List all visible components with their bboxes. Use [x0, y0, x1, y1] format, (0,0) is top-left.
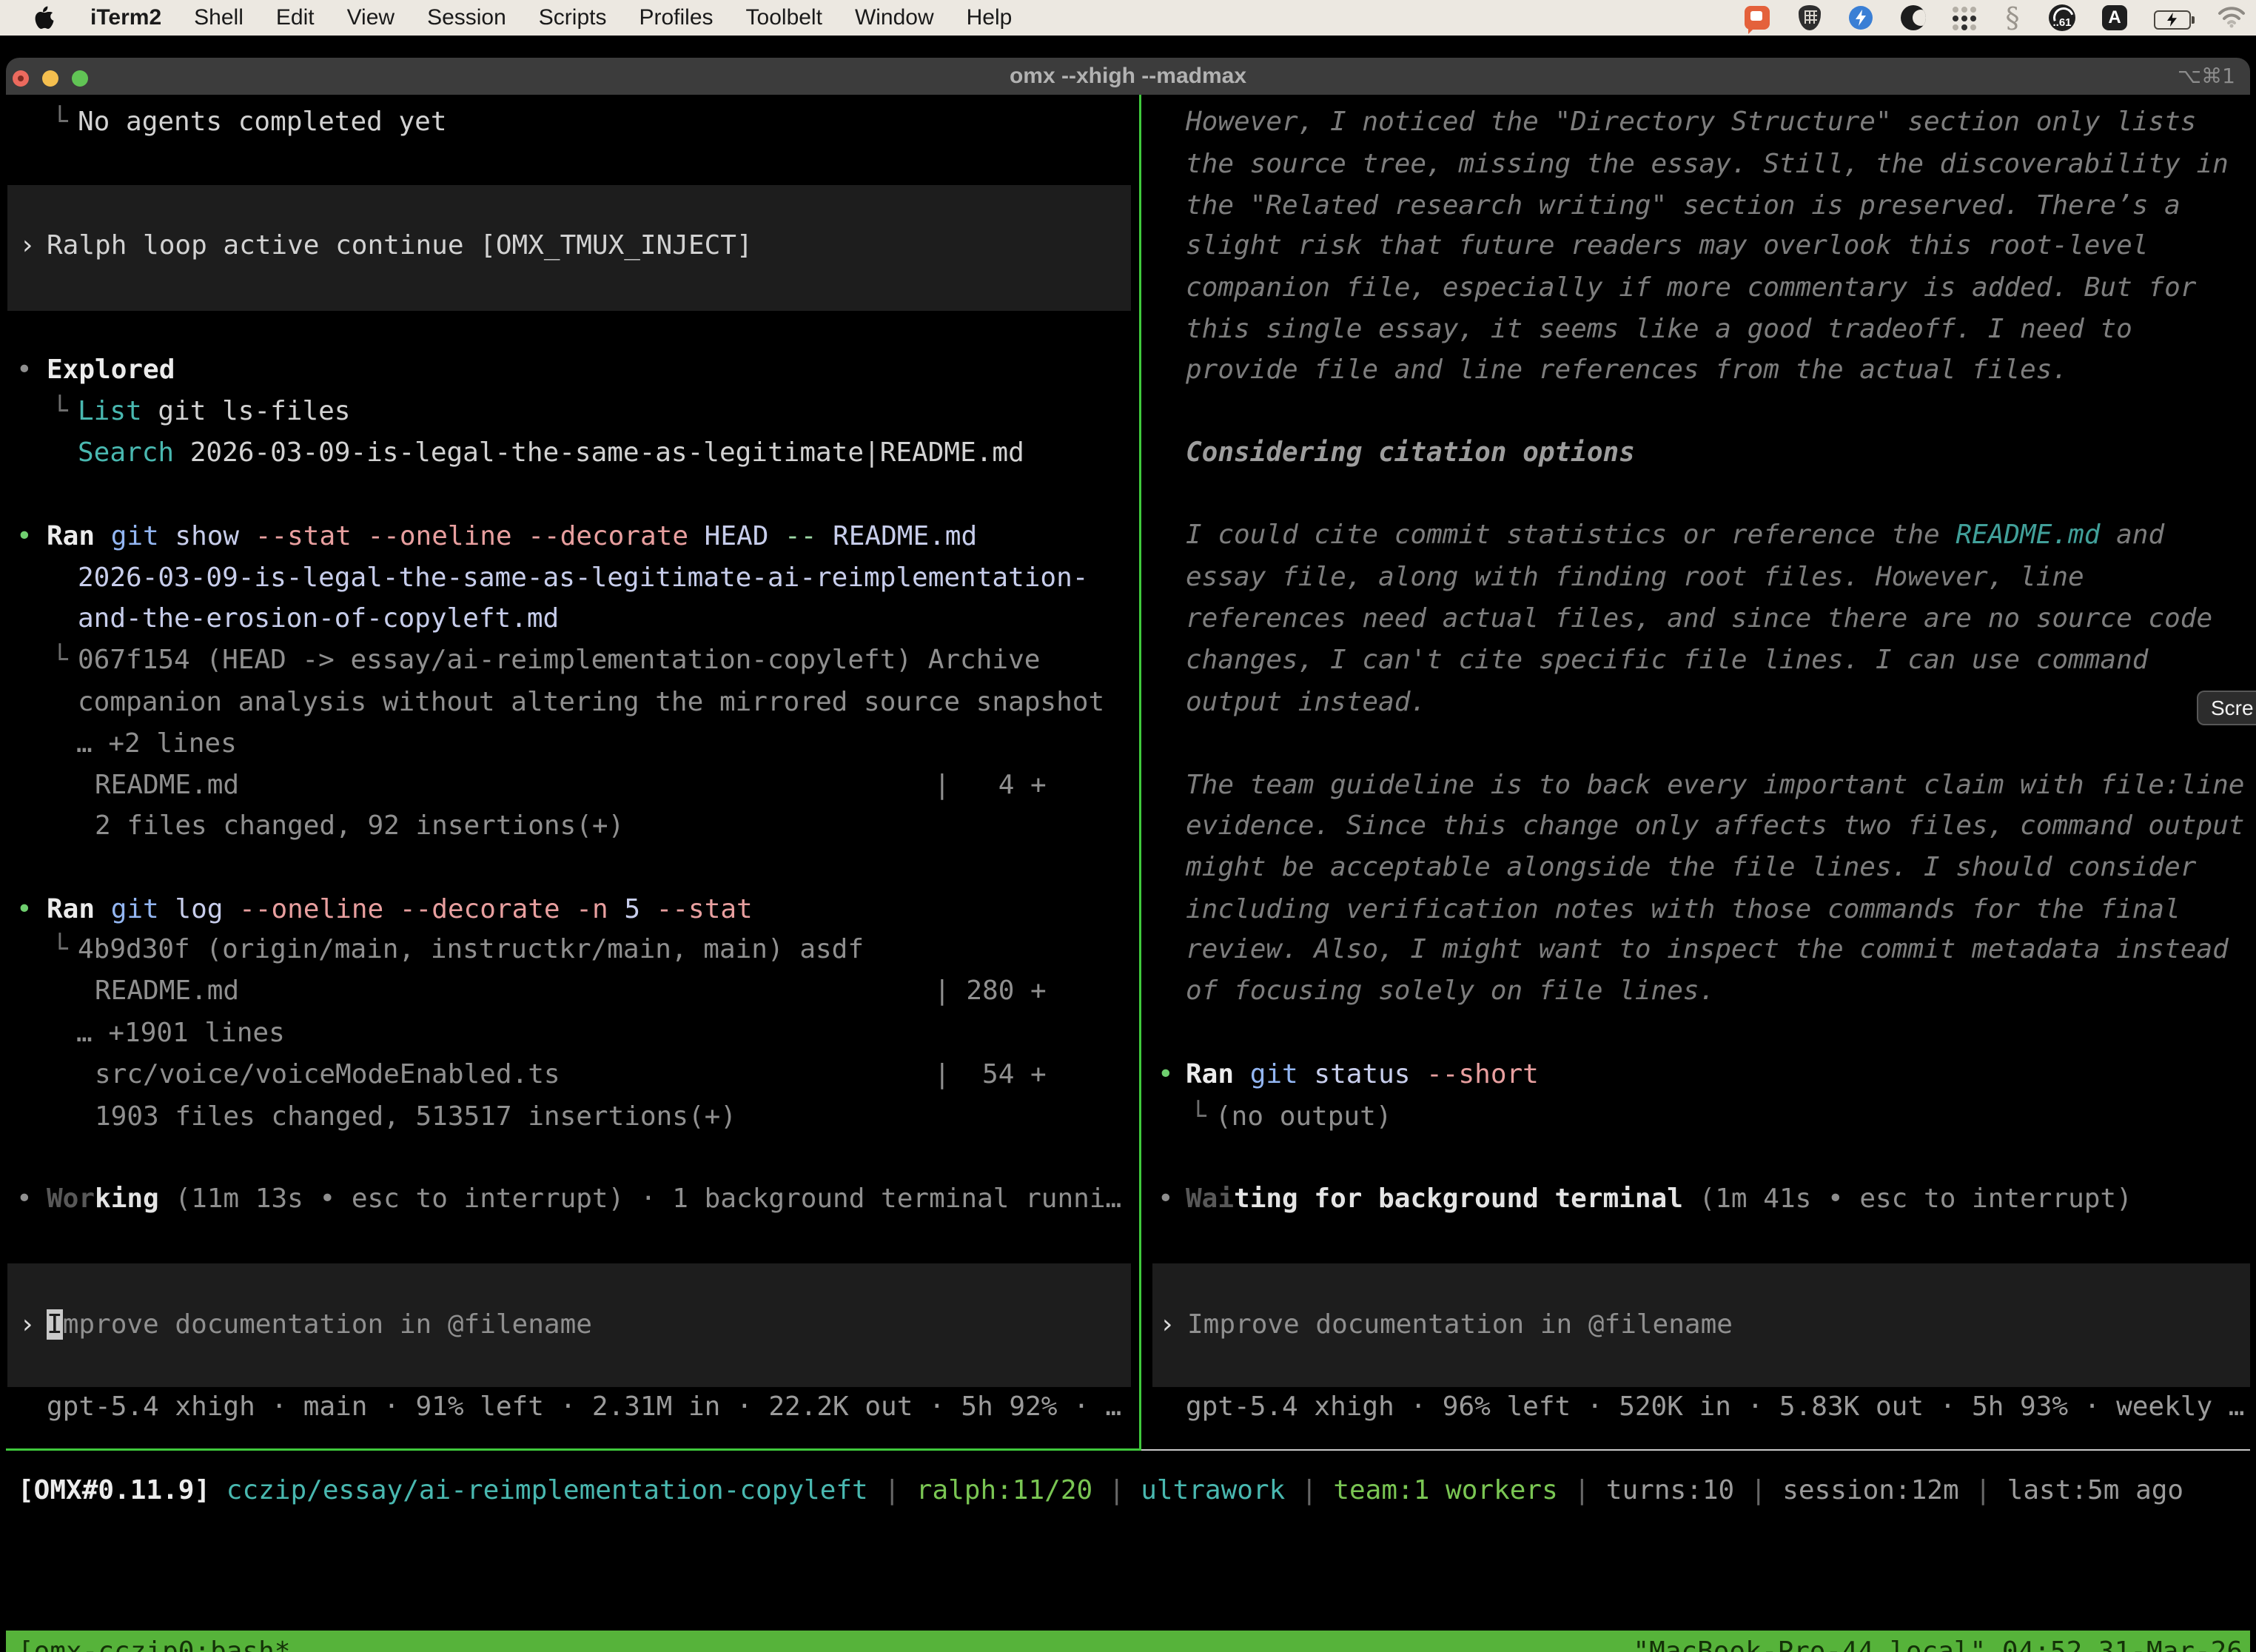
- terminal-area: └No agents completed yet›Ralph loop acti…: [6, 95, 2250, 1652]
- terminal-line: [OMX#0.11.9] cczip/essay/ai-reimplementa…: [6, 1470, 2250, 1511]
- dots-grid-icon[interactable]: [1953, 7, 1976, 30]
- menu-item-scripts[interactable]: Scripts: [539, 5, 607, 30]
- menu-bar: iTerm2 Shell Edit View Session Scripts Profile…: [0, 0, 2256, 36]
- menu-status-icons: § ..61 A: [1745, 0, 2244, 36]
- apple-icon[interactable]: [34, 4, 56, 31]
- menu-item-list: iTerm2 Shell Edit View Session Scripts Profile…: [90, 5, 1012, 30]
- screen-overlay-snippet[interactable]: Scre: [2197, 691, 2256, 725]
- window-shortcut-badge: ⌥⌘1: [2178, 58, 2235, 95]
- window-titlebar: omx --xhigh --madmax ⌥⌘1: [6, 58, 2250, 95]
- menu-item-shell[interactable]: Shell: [194, 5, 244, 30]
- menu-item-window[interactable]: Window: [855, 5, 934, 30]
- pane-border-bottom-right[interactable]: [1141, 1449, 2250, 1451]
- menu-item-help[interactable]: Help: [967, 5, 1013, 30]
- pane-divider-vertical[interactable]: [1139, 95, 1141, 1451]
- menu-item-view[interactable]: View: [347, 5, 395, 30]
- iterm-window: omx --xhigh --madmax ⌥⌘1 └No agents comp…: [6, 58, 2250, 1652]
- tmux-host-datetime: "MacBook-Pro-44.local" 04:52 31-Mar-26: [1633, 1631, 2243, 1652]
- battery-charging-icon[interactable]: [2154, 10, 2191, 30]
- pane-border-bottom-left[interactable]: [6, 1448, 1141, 1451]
- squiggle-icon[interactable]: §: [2003, 4, 2022, 31]
- blue-badge-icon[interactable]: [1847, 4, 1874, 31]
- wifi-icon[interactable]: [2218, 6, 2244, 33]
- letter-a-app-icon[interactable]: A: [2102, 5, 2127, 30]
- menu-item-session[interactable]: Session: [427, 5, 506, 30]
- menu-item-profiles[interactable]: Profiles: [639, 5, 713, 30]
- tmux-status-bar: [omx-cczip0:bash* "MacBook-Pro-44.local"…: [6, 1631, 2250, 1652]
- menu-item-iterm2[interactable]: iTerm2: [90, 5, 161, 30]
- menu-items: iTerm2 Shell Edit View Session Scripts Profile…: [0, 4, 1012, 31]
- tmux-session-label[interactable]: [omx-cczip0:bash*: [18, 1631, 290, 1652]
- shield-grid-icon[interactable]: [1799, 5, 1821, 30]
- menu-item-edit[interactable]: Edit: [276, 5, 315, 30]
- omx-status-pane: [OMX#0.11.9] cczip/essay/ai-reimplementa…: [6, 95, 2250, 1590]
- gauge-61-icon[interactable]: ..61: [2049, 4, 2075, 31]
- window-title: omx --xhigh --madmax: [6, 58, 2250, 95]
- dark-crescent-icon[interactable]: [1901, 5, 1926, 30]
- menu-item-toolbelt[interactable]: Toolbelt: [746, 5, 822, 30]
- chat-app-icon[interactable]: [1745, 6, 1770, 30]
